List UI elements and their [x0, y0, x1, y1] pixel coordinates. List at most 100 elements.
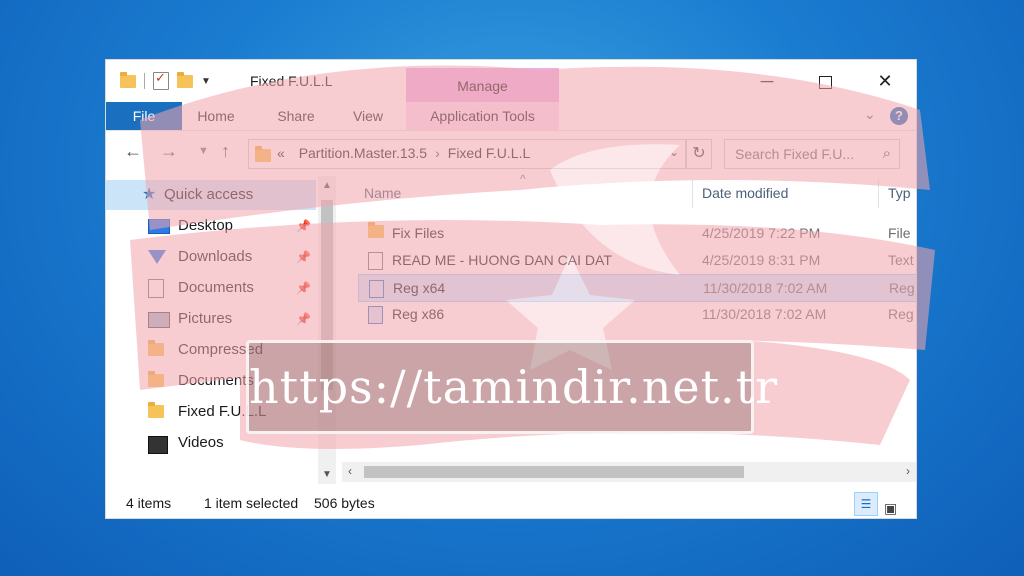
file-list: ^ Name Date modified Typ Fix Files 4/25/… [342, 172, 916, 484]
refresh-button[interactable]: ↻ [686, 139, 712, 169]
file-type: Reg [888, 306, 914, 322]
quick-access-toolbar: ▼ [120, 70, 211, 91]
manage-tab-group: Manage [406, 68, 559, 102]
star-icon: ★ [142, 186, 157, 203]
close-button[interactable]: ✕ [856, 60, 914, 102]
address-row: ← → ▼ ↑ « Partition.Master.13.5 › Fixed F.… [106, 132, 916, 174]
pin-icon[interactable]: 📌 [296, 304, 311, 334]
text-file-icon [368, 252, 383, 270]
address-bar[interactable]: « Partition.Master.13.5 › Fixed F.U.L.L ⌄ [248, 139, 686, 169]
registry-file-icon [369, 280, 384, 298]
breadcrumb-overflow[interactable]: « [277, 145, 285, 161]
selection-size: 506 bytes [314, 495, 375, 511]
file-name: Fix Files [392, 225, 445, 241]
nav-item-label: Quick access [164, 186, 254, 203]
file-name: Reg x86 [392, 306, 445, 322]
tab-home[interactable]: Home [186, 102, 246, 130]
selection-count: 1 item selected [204, 495, 299, 511]
column-header-name[interactable]: Name [364, 176, 401, 210]
file-type: Reg [889, 280, 915, 296]
file-row-selected[interactable]: Reg x64 11/30/2018 7:02 AM Reg [358, 274, 916, 302]
scroll-left-icon[interactable]: ‹ [348, 464, 352, 478]
scroll-up-icon[interactable]: ▲ [318, 180, 336, 191]
column-divider[interactable] [878, 180, 879, 208]
status-bar: 4 items 1 item selected 506 bytes ☰ ▣ [106, 488, 916, 518]
pin-icon[interactable]: 📌 [296, 242, 311, 272]
breadcrumb: « Partition.Master.13.5 › Fixed F.U.L.L [277, 145, 530, 161]
up-button[interactable]: ↑ [221, 141, 230, 162]
file-explorer-window: ▼ Fixed F.U.L.L Manage ─ ✕ File Home Sha… [105, 59, 917, 519]
forward-button[interactable]: → [160, 141, 178, 162]
horizontal-scrollbar[interactable]: ‹ › [342, 462, 916, 482]
tab-view[interactable]: View [338, 102, 398, 130]
properties-icon[interactable] [153, 70, 169, 90]
folder-icon [368, 222, 384, 238]
column-header-date-modified[interactable]: Date modified [702, 176, 788, 210]
file-row[interactable]: Reg x86 11/30/2018 7:02 AM Reg [358, 301, 916, 327]
file-row[interactable]: READ ME - HUONG DAN CAI DAT 4/25/2019 8:… [358, 247, 916, 273]
search-icon: ⌕ [882, 145, 891, 162]
title-bar: ▼ Fixed F.U.L.L Manage ─ ✕ [106, 60, 916, 102]
file-type: Text [888, 252, 914, 268]
scroll-down-icon[interactable]: ▼ [318, 469, 336, 480]
expand-ribbon-icon[interactable]: ⌄ [864, 106, 876, 123]
back-button[interactable]: ← [124, 141, 142, 162]
column-header-type[interactable]: Typ [888, 176, 911, 210]
recent-locations-icon[interactable]: ▼ [198, 145, 209, 157]
tab-application-tools[interactable]: Application Tools [406, 102, 559, 130]
window-title: Fixed F.U.L.L [250, 73, 333, 89]
scrollbar-thumb[interactable] [364, 466, 744, 478]
desktop-icon [148, 219, 170, 234]
customize-toolbar-dropdown-icon[interactable]: ▼ [201, 76, 211, 87]
sort-ascending-icon: ^ [520, 172, 526, 186]
maximize-icon [818, 75, 832, 89]
pin-icon[interactable]: 📌 [296, 211, 311, 241]
file-row[interactable]: Fix Files 4/25/2019 7:22 PM File [358, 220, 916, 246]
breadcrumb-item[interactable]: Fixed F.U.L.L [448, 145, 530, 161]
folder-icon [148, 340, 164, 356]
breadcrumb-item[interactable]: Partition.Master.13.5 [299, 145, 427, 161]
nav-item-label: Documents [178, 279, 254, 296]
nav-item-label: Desktop [178, 217, 234, 234]
file-name: READ ME - HUONG DAN CAI DAT [392, 252, 612, 268]
nav-item-pictures[interactable]: Pictures 📌 [106, 304, 316, 334]
folder-icon [148, 371, 164, 387]
maximize-button[interactable] [796, 60, 854, 102]
nav-item-quick-access[interactable]: ★ Quick access [106, 180, 316, 210]
scroll-right-icon[interactable]: › [906, 464, 910, 478]
documents-icon [148, 279, 164, 298]
file-date: 4/25/2019 7:22 PM [702, 225, 821, 241]
file-type: File [888, 225, 911, 241]
nav-item-label: Downloads [178, 248, 253, 265]
file-date: 11/30/2018 7:02 AM [703, 280, 828, 296]
registry-file-icon [368, 306, 383, 324]
breadcrumb-chevron-icon[interactable]: › [435, 145, 440, 161]
address-dropdown-icon[interactable]: ⌄ [669, 145, 679, 159]
large-icons-view-button[interactable]: ▣ [884, 493, 897, 518]
nav-item-documents[interactable]: Documents 📌 [106, 273, 316, 303]
minimize-button[interactable]: ─ [738, 60, 796, 102]
navigation-scrollbar[interactable]: ▲ ▼ [318, 176, 336, 484]
nav-item-label: Documents [178, 372, 254, 389]
tab-share[interactable]: Share [266, 102, 326, 130]
pictures-icon [148, 312, 170, 328]
pin-icon[interactable]: 📌 [296, 273, 311, 303]
folder-icon [255, 146, 271, 162]
search-placeholder: Search Fixed F.U... [735, 146, 855, 162]
search-input[interactable]: Search Fixed F.U... ⌕ [724, 139, 900, 169]
folder-icon [148, 402, 164, 418]
column-divider[interactable] [692, 180, 693, 208]
videos-icon [148, 436, 168, 454]
tab-file[interactable]: File [106, 102, 182, 130]
file-name: Reg x64 [393, 280, 446, 296]
help-icon[interactable]: ? [890, 107, 908, 125]
nav-item-label: Pictures [178, 310, 233, 327]
downloads-icon [148, 250, 166, 264]
details-view-button[interactable]: ☰ [854, 492, 878, 516]
new-folder-icon[interactable] [177, 71, 193, 88]
item-count: 4 items [126, 495, 172, 511]
ribbon-tabs: File Home Share View Application Tools ⌄… [106, 102, 916, 131]
nav-item-desktop[interactable]: Desktop 📌 [106, 211, 316, 241]
folder-icon [120, 71, 136, 88]
nav-item-downloads[interactable]: Downloads 📌 [106, 242, 316, 272]
